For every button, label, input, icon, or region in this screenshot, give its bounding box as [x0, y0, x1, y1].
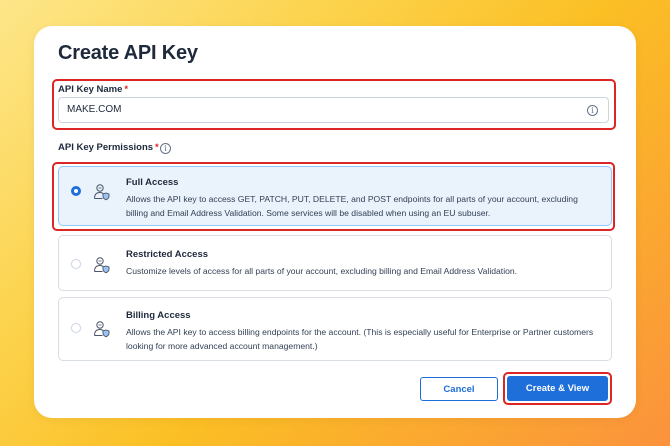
api-key-permissions-label-text: API Key Permissions: [58, 142, 154, 153]
info-icon[interactable]: i: [160, 143, 171, 154]
api-key-name-input[interactable]: MAKE.COM i: [58, 97, 609, 123]
api-key-permissions-label: API Key Permissions *: [58, 142, 159, 153]
full-access-title: Full Access: [126, 177, 179, 188]
restricted-access-radio[interactable]: [71, 259, 81, 269]
api-key-name-value[interactable]: MAKE.COM: [67, 104, 121, 115]
billing-access-description: Allows the API key to access billing end…: [126, 327, 594, 351]
required-marker: *: [155, 142, 159, 153]
restricted-access-description: Customize levels of access for all parts…: [126, 266, 518, 276]
billing-access-radio[interactable]: [71, 323, 81, 333]
user-shield-icon: [94, 184, 110, 201]
cancel-button[interactable]: Cancel: [420, 377, 498, 401]
full-access-radio[interactable]: [71, 186, 81, 196]
required-marker: *: [124, 84, 129, 95]
billing-access-title: Billing Access: [126, 310, 191, 321]
user-shield-icon: [94, 321, 110, 338]
dialog-title: Create API Key: [58, 42, 198, 64]
option-billing-access[interactable]: Billing Access Allows the API key to acc…: [58, 297, 612, 361]
create-and-view-button[interactable]: Create & View: [507, 376, 608, 401]
user-shield-icon: [94, 257, 110, 274]
api-key-name-label: API Key Name *: [58, 84, 128, 95]
option-restricted-access[interactable]: Restricted Access Customize levels of ac…: [58, 235, 612, 291]
info-icon[interactable]: i: [587, 105, 598, 116]
option-full-access[interactable]: Full Access Allows the API key to access…: [58, 166, 612, 226]
full-access-description: Allows the API key to access GET, PATCH,…: [126, 194, 578, 218]
api-key-name-label-text: API Key Name: [58, 84, 123, 95]
restricted-access-title: Restricted Access: [126, 249, 209, 260]
